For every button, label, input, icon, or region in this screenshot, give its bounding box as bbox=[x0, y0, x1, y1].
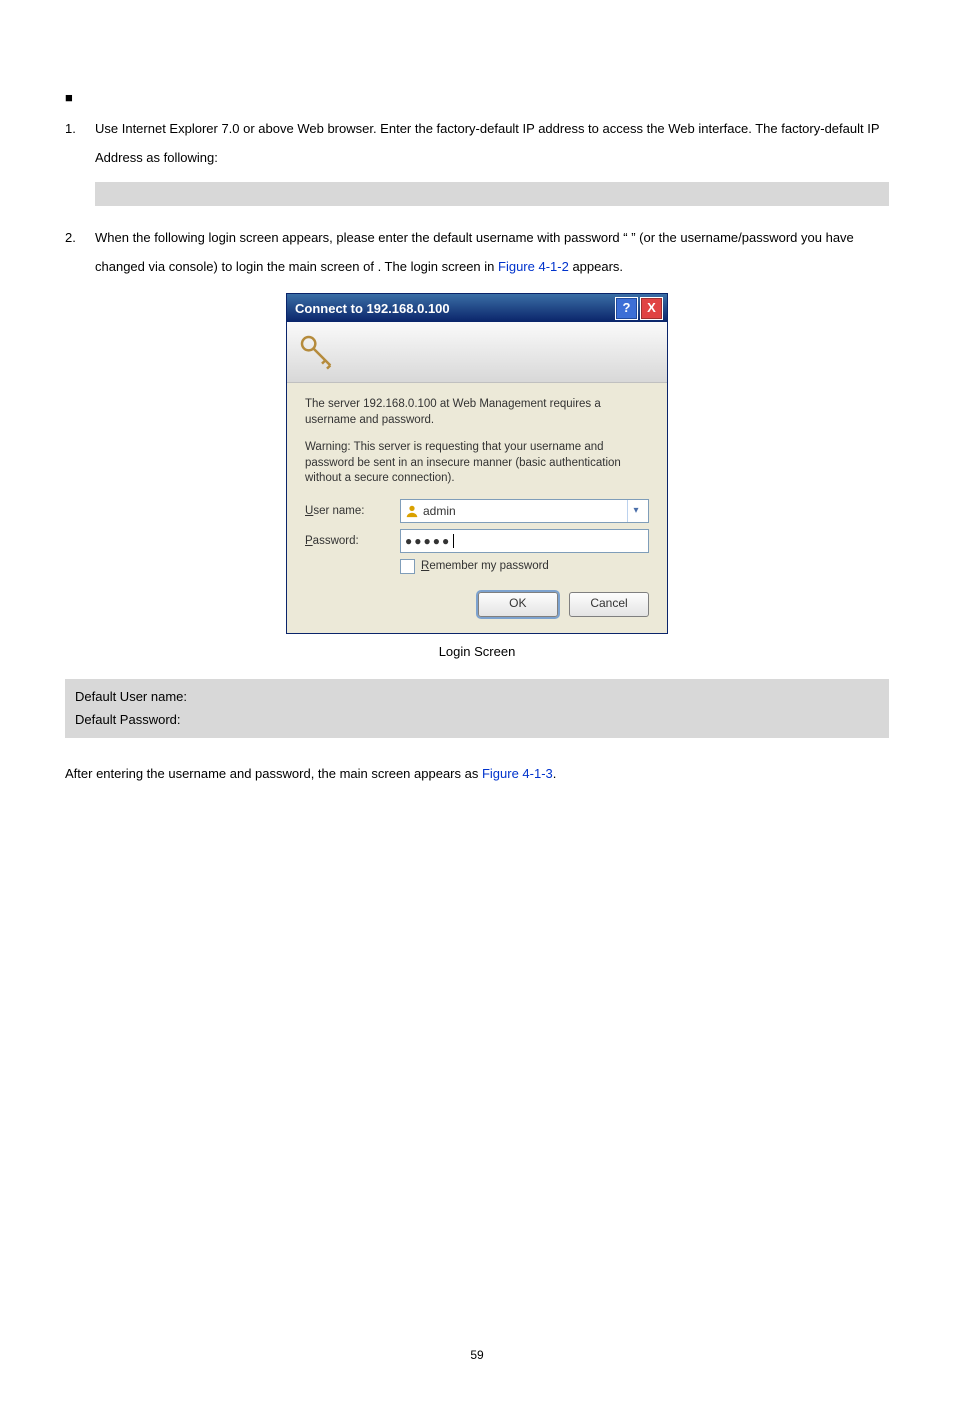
remember-password-row[interactable]: RRemember my passwordemember my password bbox=[400, 559, 649, 574]
page-number: 59 bbox=[65, 1348, 889, 1362]
list-number-2: 2. bbox=[65, 224, 95, 281]
dialog-titlebar: Connect to 192.168.0.100 ? X bbox=[287, 294, 667, 322]
text-frag: . bbox=[553, 766, 557, 781]
password-field[interactable]: ●●●●● bbox=[400, 529, 649, 553]
figure-link-4-1-3[interactable]: Figure 4-1-3 bbox=[482, 766, 553, 781]
username-value: admin bbox=[423, 504, 627, 518]
password-label: PPassword:assword: bbox=[305, 535, 400, 547]
dropdown-arrow-icon[interactable]: ▾ bbox=[627, 500, 644, 522]
dialog-message-2: Warning: This server is requesting that … bbox=[305, 440, 649, 487]
dialog-banner bbox=[287, 322, 667, 383]
defaults-box: Default User name: Default Password: bbox=[65, 679, 889, 738]
dialog-body: The server 192.168.0.100 at Web Manageme… bbox=[287, 383, 667, 633]
after-text: After entering the username and password… bbox=[65, 760, 889, 789]
default-username-line: Default User name: bbox=[75, 685, 879, 708]
bullet-glyph: ■ bbox=[65, 90, 95, 105]
dialog-message-1: The server 192.168.0.100 at Web Manageme… bbox=[305, 397, 649, 428]
ok-button[interactable]: OK bbox=[478, 592, 558, 617]
help-button[interactable]: ? bbox=[615, 297, 638, 320]
dialog-title: Connect to 192.168.0.100 bbox=[295, 301, 613, 316]
text-frag: appears. bbox=[569, 259, 623, 274]
text-frag: with password “ bbox=[537, 230, 627, 245]
user-icon bbox=[405, 504, 419, 518]
text-frag: After entering the username and password… bbox=[65, 766, 482, 781]
list-item-1: Use Internet Explorer 7.0 or above Web b… bbox=[95, 115, 889, 172]
remember-label: RRemember my passwordemember my password bbox=[421, 560, 549, 572]
list-number-1: 1. bbox=[65, 115, 95, 172]
cancel-button[interactable]: Cancel bbox=[569, 592, 649, 617]
remember-checkbox[interactable] bbox=[400, 559, 415, 574]
close-button[interactable]: X bbox=[640, 297, 663, 320]
ip-address-bar bbox=[95, 182, 889, 206]
text-caret bbox=[453, 534, 454, 548]
list-item-2: When the following login screen appears,… bbox=[95, 224, 889, 281]
figure-caption: Login Screen bbox=[65, 644, 889, 659]
keys-icon bbox=[297, 332, 337, 372]
login-dialog: Connect to 192.168.0.100 ? X The server … bbox=[286, 293, 668, 634]
username-field[interactable]: admin ▾ bbox=[400, 499, 649, 523]
text-frag: When the following login screen appears,… bbox=[95, 230, 537, 245]
default-password-line: Default Password: bbox=[75, 708, 879, 731]
password-value: ●●●●● bbox=[405, 534, 451, 548]
username-label: UUser name:ser name: bbox=[305, 505, 400, 517]
figure-link-4-1-2[interactable]: Figure 4-1-2 bbox=[498, 259, 569, 274]
text-frag: . The login screen in bbox=[378, 259, 498, 274]
